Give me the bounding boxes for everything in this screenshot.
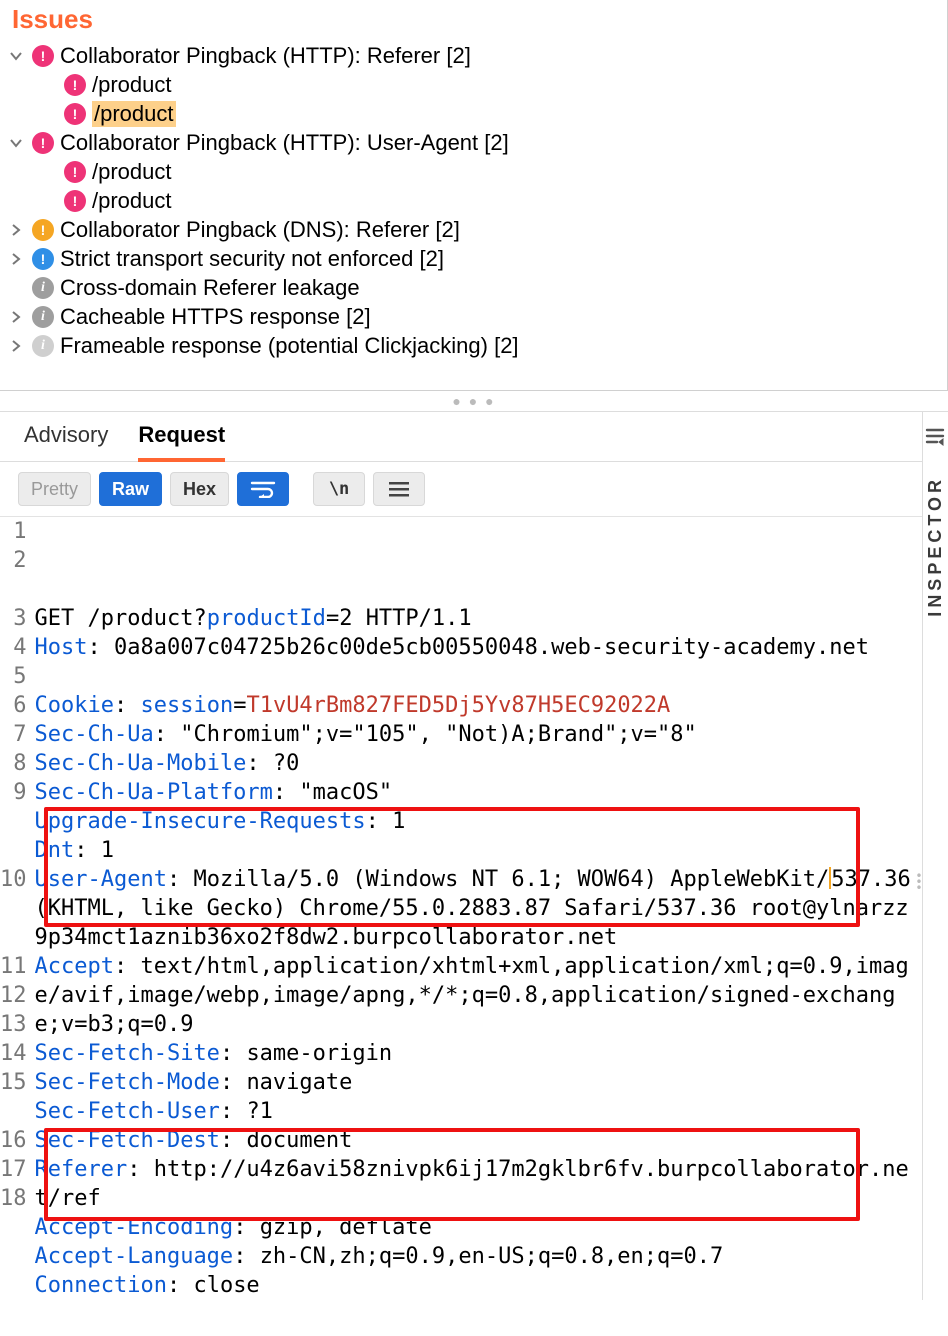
hex-button[interactable]: Hex: [170, 472, 229, 506]
issue-row[interactable]: Cross-domain Referer leakage: [6, 273, 941, 302]
inspector-label: INSPECTOR: [925, 476, 946, 617]
tab-request[interactable]: Request: [138, 422, 225, 462]
issue-instance-row[interactable]: /product: [6, 70, 941, 99]
severity-high-icon: [64, 161, 86, 183]
severity-info-icon: [32, 306, 54, 328]
severity-high-icon: [64, 190, 86, 212]
issue-row[interactable]: Collaborator Pingback (HTTP): User-Agent…: [6, 128, 941, 157]
chevron-right-icon[interactable]: [6, 224, 26, 236]
show-nonprint-button[interactable]: \n: [313, 472, 365, 506]
issues-tree: Collaborator Pingback (HTTP): Referer [2…: [0, 41, 947, 390]
issue-label: Cacheable HTTPS response [2]: [60, 304, 371, 330]
issue-row[interactable]: Cacheable HTTPS response [2]: [6, 302, 941, 331]
inspector-rail[interactable]: INSPECTOR: [922, 412, 948, 1300]
issues-title: Issues: [0, 0, 947, 41]
issues-panel: Issues Collaborator Pingback (HTTP): Ref…: [0, 0, 948, 391]
issue-instance-row[interactable]: /product: [6, 99, 941, 128]
issue-row[interactable]: Collaborator Pingback (HTTP): Referer [2…: [6, 41, 941, 70]
issue-row[interactable]: Strict transport security not enforced […: [6, 244, 941, 273]
issue-instance-label: /product: [92, 188, 172, 214]
issue-row[interactable]: Collaborator Pingback (DNS): Referer [2]: [6, 215, 941, 244]
issue-instance-label: /product: [92, 101, 176, 127]
severity-high-icon: [32, 132, 54, 154]
wrap-lines-button[interactable]: [237, 472, 289, 506]
severity-infoL-icon: [32, 335, 54, 357]
issue-instance-row[interactable]: /product: [6, 157, 941, 186]
issue-instance-row[interactable]: /product: [6, 186, 941, 215]
issue-label: Collaborator Pingback (DNS): Referer [2]: [60, 217, 460, 243]
menu-button[interactable]: [373, 472, 425, 506]
issue-label: Frameable response (potential Clickjacki…: [60, 333, 519, 359]
severity-med-icon: [32, 219, 54, 241]
issue-label: Strict transport security not enforced […: [60, 246, 444, 272]
issue-label: Cross-domain Referer leakage: [60, 275, 360, 301]
severity-info-icon: [32, 277, 54, 299]
tab-advisory[interactable]: Advisory: [24, 422, 108, 461]
sub-tabs: Advisory Request: [0, 412, 922, 462]
issue-instance-label: /product: [92, 72, 172, 98]
issue-label: Collaborator Pingback (HTTP): User-Agent…: [60, 130, 509, 156]
raw-button[interactable]: Raw: [99, 472, 162, 506]
grip-icon: ● ● ●: [452, 393, 495, 409]
pretty-button[interactable]: Pretty: [18, 472, 91, 506]
chevron-down-icon[interactable]: [6, 50, 26, 62]
severity-high-icon: [64, 103, 86, 125]
request-editor[interactable]: 123456789101112131415161718 ••• GET /pro…: [0, 517, 922, 1300]
toggle-inspector-icon[interactable]: [923, 424, 947, 448]
severity-low-icon: [32, 248, 54, 270]
chevron-down-icon[interactable]: [6, 137, 26, 149]
severity-high-icon: [64, 74, 86, 96]
detail-pane: Advisory Request Pretty Raw Hex \n: [0, 411, 948, 1300]
issue-row[interactable]: Frameable response (potential Clickjacki…: [6, 331, 941, 360]
splitter-handle[interactable]: ● ● ●: [0, 391, 948, 411]
severity-high-icon: [32, 45, 54, 67]
issue-instance-label: /product: [92, 159, 172, 185]
chevron-right-icon[interactable]: [6, 253, 26, 265]
chevron-right-icon[interactable]: [6, 340, 26, 352]
chevron-right-icon[interactable]: [6, 311, 26, 323]
issue-label: Collaborator Pingback (HTTP): Referer [2…: [60, 43, 471, 69]
editor-toolbar: Pretty Raw Hex \n: [0, 462, 922, 517]
